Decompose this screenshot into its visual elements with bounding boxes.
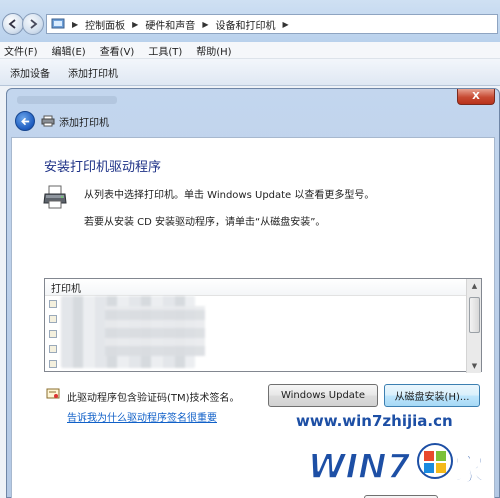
menu-file[interactable]: 文件(F) bbox=[4, 43, 38, 58]
have-disk-button[interactable]: 从磁盘安装(H)... bbox=[384, 384, 480, 407]
arrow-left-icon bbox=[20, 117, 29, 125]
breadcrumb-separator[interactable]: ▶ bbox=[282, 20, 288, 29]
watermark-url: www.win7zhijia.cn bbox=[296, 412, 453, 430]
command-bar: 添加设备 添加打印机 bbox=[0, 59, 500, 86]
breadcrumb-hardware-sound[interactable]: 硬件和声音 bbox=[145, 17, 195, 32]
description-line-1: 从列表中选择打印机。单击 Windows Update 以查看更多型号。 bbox=[84, 190, 375, 201]
printer-model-icon bbox=[49, 314, 57, 323]
description-line-2: 若要从安装 CD 安装驱动程序，请单击“从磁盘安装”。 bbox=[84, 217, 326, 228]
printer-model-icon bbox=[49, 344, 57, 353]
dialog-back-button[interactable] bbox=[15, 111, 35, 131]
win7-logo: WIN7 家 bbox=[307, 443, 485, 489]
add-device-command[interactable]: 添加设备 bbox=[10, 65, 50, 80]
arrow-left-icon bbox=[8, 19, 16, 29]
breadcrumb-separator[interactable]: ▶ bbox=[202, 20, 208, 29]
svg-text:家: 家 bbox=[454, 453, 484, 488]
address-bar[interactable]: ▶ 控制面板 ▶ 硬件和声音 ▶ 设备和打印机 ▶ bbox=[46, 14, 498, 34]
list-scrollbar[interactable]: ▲ ▼ bbox=[466, 279, 481, 373]
close-button[interactable]: X bbox=[457, 89, 495, 105]
signing-info-link[interactable]: 告诉我为什么驱动程序签名很重要 bbox=[67, 409, 217, 424]
breadcrumb-separator[interactable]: ▶ bbox=[132, 20, 138, 29]
blurred-list-content bbox=[105, 306, 205, 356]
printer-icon bbox=[43, 185, 67, 209]
menu-bar: 文件(F) 编辑(E) 查看(V) 工具(T) 帮助(H) bbox=[0, 42, 500, 59]
scroll-down-icon[interactable]: ▼ bbox=[467, 359, 482, 373]
windows-update-button[interactable]: Windows Update bbox=[268, 384, 378, 407]
add-printer-command[interactable]: 添加打印机 bbox=[68, 65, 118, 80]
signing-status-text: 此驱动程序包含验证码(TM)技术签名。 bbox=[67, 393, 240, 404]
watermark: www.win7zhijia.cn WIN7 家 bbox=[296, 412, 500, 498]
column-header-printer: 打印机 bbox=[51, 283, 81, 295]
printer-model-icon bbox=[49, 329, 57, 338]
dialog-title: 添加打印机 bbox=[59, 117, 109, 129]
menu-edit[interactable]: 编辑(E) bbox=[52, 43, 86, 58]
scrollbar-thumb[interactable] bbox=[469, 297, 480, 333]
scroll-up-icon[interactable]: ▲ bbox=[467, 279, 482, 293]
printer-model-icon bbox=[49, 359, 57, 368]
breadcrumb-control-panel[interactable]: 控制面板 bbox=[85, 17, 125, 32]
certificate-icon bbox=[46, 388, 60, 399]
arrow-right-icon bbox=[30, 19, 38, 29]
printer-list-body bbox=[45, 296, 481, 371]
menu-view[interactable]: 查看(V) bbox=[100, 43, 135, 58]
control-panel-icon bbox=[51, 18, 65, 29]
forward-button[interactable] bbox=[22, 13, 44, 35]
printer-list[interactable]: 打印机 ▲ ▼ bbox=[44, 278, 482, 373]
page-heading: 安装打印机驱动程序 bbox=[44, 160, 162, 175]
printer-model-icon bbox=[49, 299, 57, 308]
explorer-address-row: ▶ 控制面板 ▶ 硬件和声音 ▶ 设备和打印机 ▶ bbox=[0, 0, 500, 42]
menu-help[interactable]: 帮助(H) bbox=[196, 43, 231, 58]
breadcrumb-devices-printers[interactable]: 设备和打印机 bbox=[215, 17, 275, 32]
menu-tools[interactable]: 工具(T) bbox=[148, 43, 182, 58]
dialog-title-blurred bbox=[17, 96, 117, 104]
svg-text:WIN7: WIN7 bbox=[308, 447, 411, 487]
close-icon: X bbox=[472, 91, 480, 102]
dialog-header: 添加打印机 bbox=[11, 107, 495, 135]
back-button[interactable] bbox=[2, 13, 24, 35]
printer-icon bbox=[41, 115, 55, 127]
printer-list-header[interactable]: 打印机 bbox=[45, 279, 481, 296]
breadcrumb-separator: ▶ bbox=[72, 19, 79, 29]
